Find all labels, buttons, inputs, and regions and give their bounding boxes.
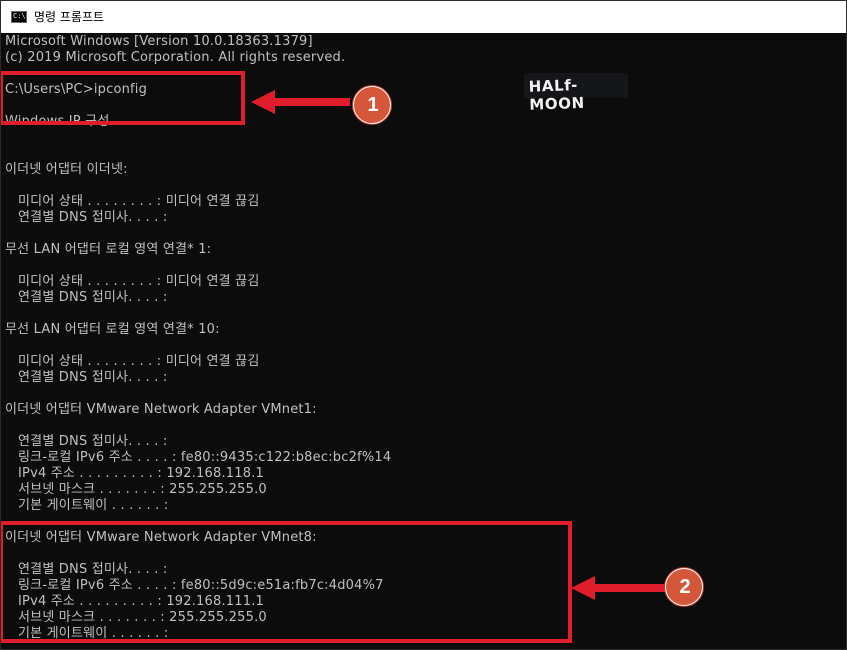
command-prompt-window: C:\. 명령 프롬프트 Microsoft Windows [Version … — [0, 0, 847, 650]
console-line: Microsoft Windows [Version 10.0.18363.13… — [5, 34, 313, 49]
console-line: 미디어 상태 . . . . . . . . : 미디어 연결 끊김 — [5, 274, 260, 289]
console-line: 연결별 DNS 접미사. . . . : — [5, 210, 168, 225]
console-line: 이더넷 어댑터 이더넷: — [5, 162, 128, 177]
console-line: 미디어 상태 . . . . . . . . : 미디어 연결 끊김 — [5, 194, 260, 209]
callout-badge-1: 1 — [353, 86, 391, 124]
arrow-left-icon — [251, 90, 350, 114]
callout-badge-1-number: 1 — [367, 94, 379, 116]
console-line: 기본 게이트웨이 . . . . . . : — [5, 498, 169, 513]
console-line: 무선 LAN 어댑터 로컬 영역 연결* 10: — [5, 322, 220, 337]
console-line: 무선 LAN 어댑터 로컬 영역 연결* 1: — [5, 242, 212, 257]
cmd-app-icon: C:\. — [11, 11, 30, 23]
console-line: 이더넷 어댑터 VMware Network Adapter VMnet1: — [5, 402, 317, 417]
console-line: 연결별 DNS 접미사. . . . : — [5, 434, 168, 449]
console-line: 링크-로컬 IPv6 주소 . . . . : fe80::9435:c122:… — [5, 450, 392, 465]
title-bar[interactable]: C:\. 명령 프롬프트 — [1, 1, 846, 33]
watermark-logo: HALf-MOON — [524, 73, 628, 114]
console-line: IPv4 주소 . . . . . . . . . : 192.168.118.… — [5, 466, 265, 481]
watermark-text: HALf-MOON — [528, 76, 586, 114]
highlight-box-vmnet8-adapter — [1, 521, 572, 643]
console-line: 연결별 DNS 접미사. . . . : — [5, 290, 168, 305]
console-line: 미디어 상태 . . . . . . . . : 미디어 연결 끊김 — [5, 354, 260, 369]
callout-badge-2-number: 2 — [679, 576, 691, 598]
console-line: 연결별 DNS 접미사. . . . : — [5, 370, 168, 385]
console-line: 서브넷 마스크 . . . . . . . : 255.255.255.0 — [5, 482, 267, 497]
console-line: (c) 2019 Microsoft Corporation. All righ… — [5, 50, 346, 65]
cmd-app-icon-label: C:\. — [13, 12, 30, 20]
highlight-box-ipconfig-command — [1, 71, 245, 125]
window-title: 명령 프롬프트 — [34, 10, 105, 24]
callout-badge-2: 2 — [665, 568, 703, 606]
arrow-left-icon — [571, 576, 666, 600]
